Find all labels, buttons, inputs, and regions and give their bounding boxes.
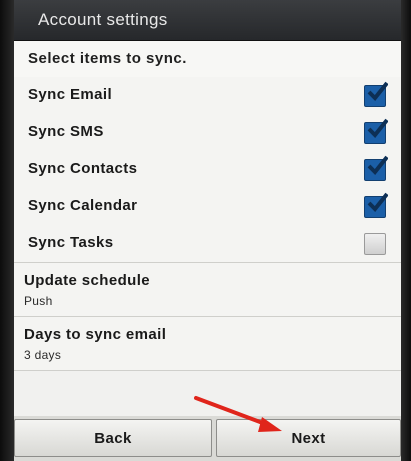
bottom-button-bar: Back Next xyxy=(14,416,401,461)
sync-contacts-label: Sync Contacts xyxy=(28,160,138,177)
empty-list-area xyxy=(14,370,401,417)
days-to-sync-value: 3 days xyxy=(24,348,62,362)
phone-screen: Account settings Select items to sync. S… xyxy=(0,0,411,461)
account-settings-screen: Account settings Select items to sync. S… xyxy=(14,0,401,461)
sync-sms-row[interactable]: Sync SMS xyxy=(14,114,401,151)
sync-contacts-row[interactable]: Sync Contacts xyxy=(14,151,401,188)
sync-calendar-checkbox[interactable] xyxy=(364,192,388,218)
back-button[interactable]: Back xyxy=(14,419,212,457)
sync-tasks-checkbox[interactable] xyxy=(364,233,386,255)
page-title: Account settings xyxy=(38,10,168,29)
sync-email-checkbox[interactable] xyxy=(364,81,388,107)
sync-sms-checkbox[interactable] xyxy=(364,118,388,144)
sync-section-header-text: Select items to sync. xyxy=(28,50,187,67)
sync-contacts-checkbox[interactable] xyxy=(364,155,388,181)
update-schedule-title: Update schedule xyxy=(24,272,151,289)
sync-tasks-label: Sync Tasks xyxy=(28,234,114,251)
check-icon xyxy=(367,192,388,212)
sync-email-row[interactable]: Sync Email xyxy=(14,77,401,114)
sync-email-label: Sync Email xyxy=(28,86,113,103)
sync-sms-label: Sync SMS xyxy=(28,123,104,140)
title-bar: Account settings xyxy=(14,0,401,41)
device-bezel-right xyxy=(401,0,411,461)
days-to-sync-setting[interactable]: Days to sync email 3 days xyxy=(14,316,401,373)
sync-section-header: Select items to sync. xyxy=(14,41,401,78)
check-icon xyxy=(367,155,388,175)
check-icon xyxy=(367,81,388,101)
device-bezel-left xyxy=(0,0,14,461)
update-schedule-value: Push xyxy=(24,294,53,308)
sync-tasks-row[interactable]: Sync Tasks xyxy=(14,225,401,262)
sync-calendar-label: Sync Calendar xyxy=(28,197,138,214)
days-to-sync-title: Days to sync email xyxy=(24,326,167,343)
next-button[interactable]: Next xyxy=(216,419,401,457)
update-schedule-setting[interactable]: Update schedule Push xyxy=(14,262,401,319)
sync-calendar-row[interactable]: Sync Calendar xyxy=(14,188,401,225)
check-icon xyxy=(367,118,388,138)
